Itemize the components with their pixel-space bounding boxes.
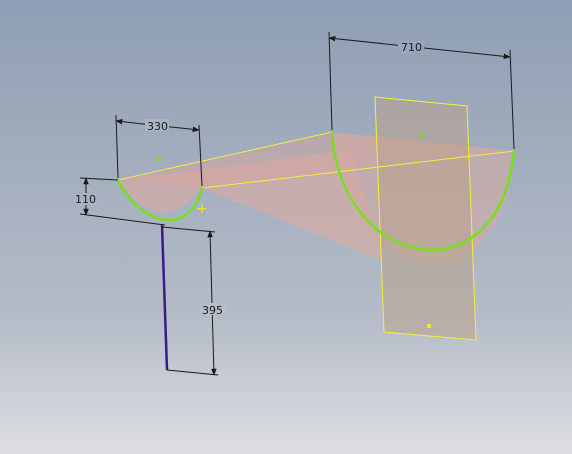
dimension-395-text: 395 — [202, 304, 223, 317]
dimension-110-text: 110 — [75, 193, 96, 206]
3d-model-viewport[interactable]: + 330 110 710 395 — [0, 0, 572, 454]
plane-origin-point[interactable] — [427, 324, 431, 328]
large-center-point[interactable] — [419, 132, 425, 138]
dimension-710-text: 710 — [401, 41, 422, 54]
dimension-330-text: 330 — [147, 120, 168, 133]
work-plane[interactable] — [374, 96, 477, 341]
small-center-point[interactable] — [156, 156, 162, 162]
origin-marker: + — [196, 201, 208, 217]
